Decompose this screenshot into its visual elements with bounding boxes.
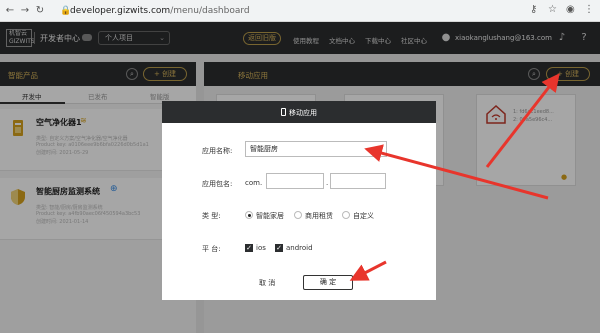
create-app-dialog: 移动应用 应用名称: 智能厨房 应用包名: com. . 类 型: 智能家居 商…	[162, 101, 436, 300]
lock-icon: 🔒	[60, 6, 72, 16]
type-label: 类 型:	[202, 212, 221, 220]
type-option-commercial[interactable]: 商用租赁	[305, 211, 333, 221]
android-label[interactable]: android	[286, 244, 313, 252]
app-name-label: 应用名称:	[202, 147, 233, 155]
package-dot: .	[326, 179, 329, 187]
cancel-button[interactable]: 取 消	[259, 278, 275, 288]
package-part1-input[interactable]	[266, 173, 324, 189]
forward-icon[interactable]: →	[19, 5, 31, 17]
radio-commercial[interactable]	[294, 211, 302, 219]
dialog-title-text: 移动应用	[289, 109, 317, 117]
type-option-custom[interactable]: 自定义	[353, 211, 374, 221]
menu-icon[interactable]: ⋮	[584, 4, 594, 15]
account-icon[interactable]: ◉	[566, 4, 575, 15]
dialog-title: 移动应用	[162, 108, 436, 118]
radio-custom[interactable]	[342, 211, 350, 219]
phone-icon	[281, 108, 286, 116]
app-name-input[interactable]: 智能厨房	[245, 141, 387, 157]
ios-checkbox[interactable]: ✓	[245, 244, 253, 252]
key-icon[interactable]: ⚷	[530, 4, 537, 15]
radio-smart-home[interactable]	[245, 211, 253, 219]
browser-url-bar: ← → ↻ 🔒developer.gizwits.com/menu/dashbo…	[0, 0, 600, 22]
ios-label[interactable]: ios	[256, 244, 266, 252]
url-path: /menu/dashboard	[170, 6, 250, 16]
address-field[interactable]: 🔒developer.gizwits.com/menu/dashboard	[60, 4, 250, 18]
platform-label: 平 台:	[202, 245, 221, 253]
reload-icon[interactable]: ↻	[34, 5, 46, 17]
dialog-header: 移动应用	[162, 101, 436, 123]
type-option-smart-home[interactable]: 智能家居	[256, 211, 284, 221]
url-host: developer.gizwits.com	[70, 6, 171, 16]
package-label: 应用包名:	[202, 180, 233, 188]
package-part2-input[interactable]	[330, 173, 386, 189]
android-checkbox[interactable]: ✓	[275, 244, 283, 252]
confirm-button[interactable]: 确 定	[303, 275, 353, 290]
back-icon[interactable]: ←	[4, 5, 16, 17]
package-prefix: com.	[245, 179, 263, 187]
star-icon[interactable]: ☆	[548, 4, 557, 15]
